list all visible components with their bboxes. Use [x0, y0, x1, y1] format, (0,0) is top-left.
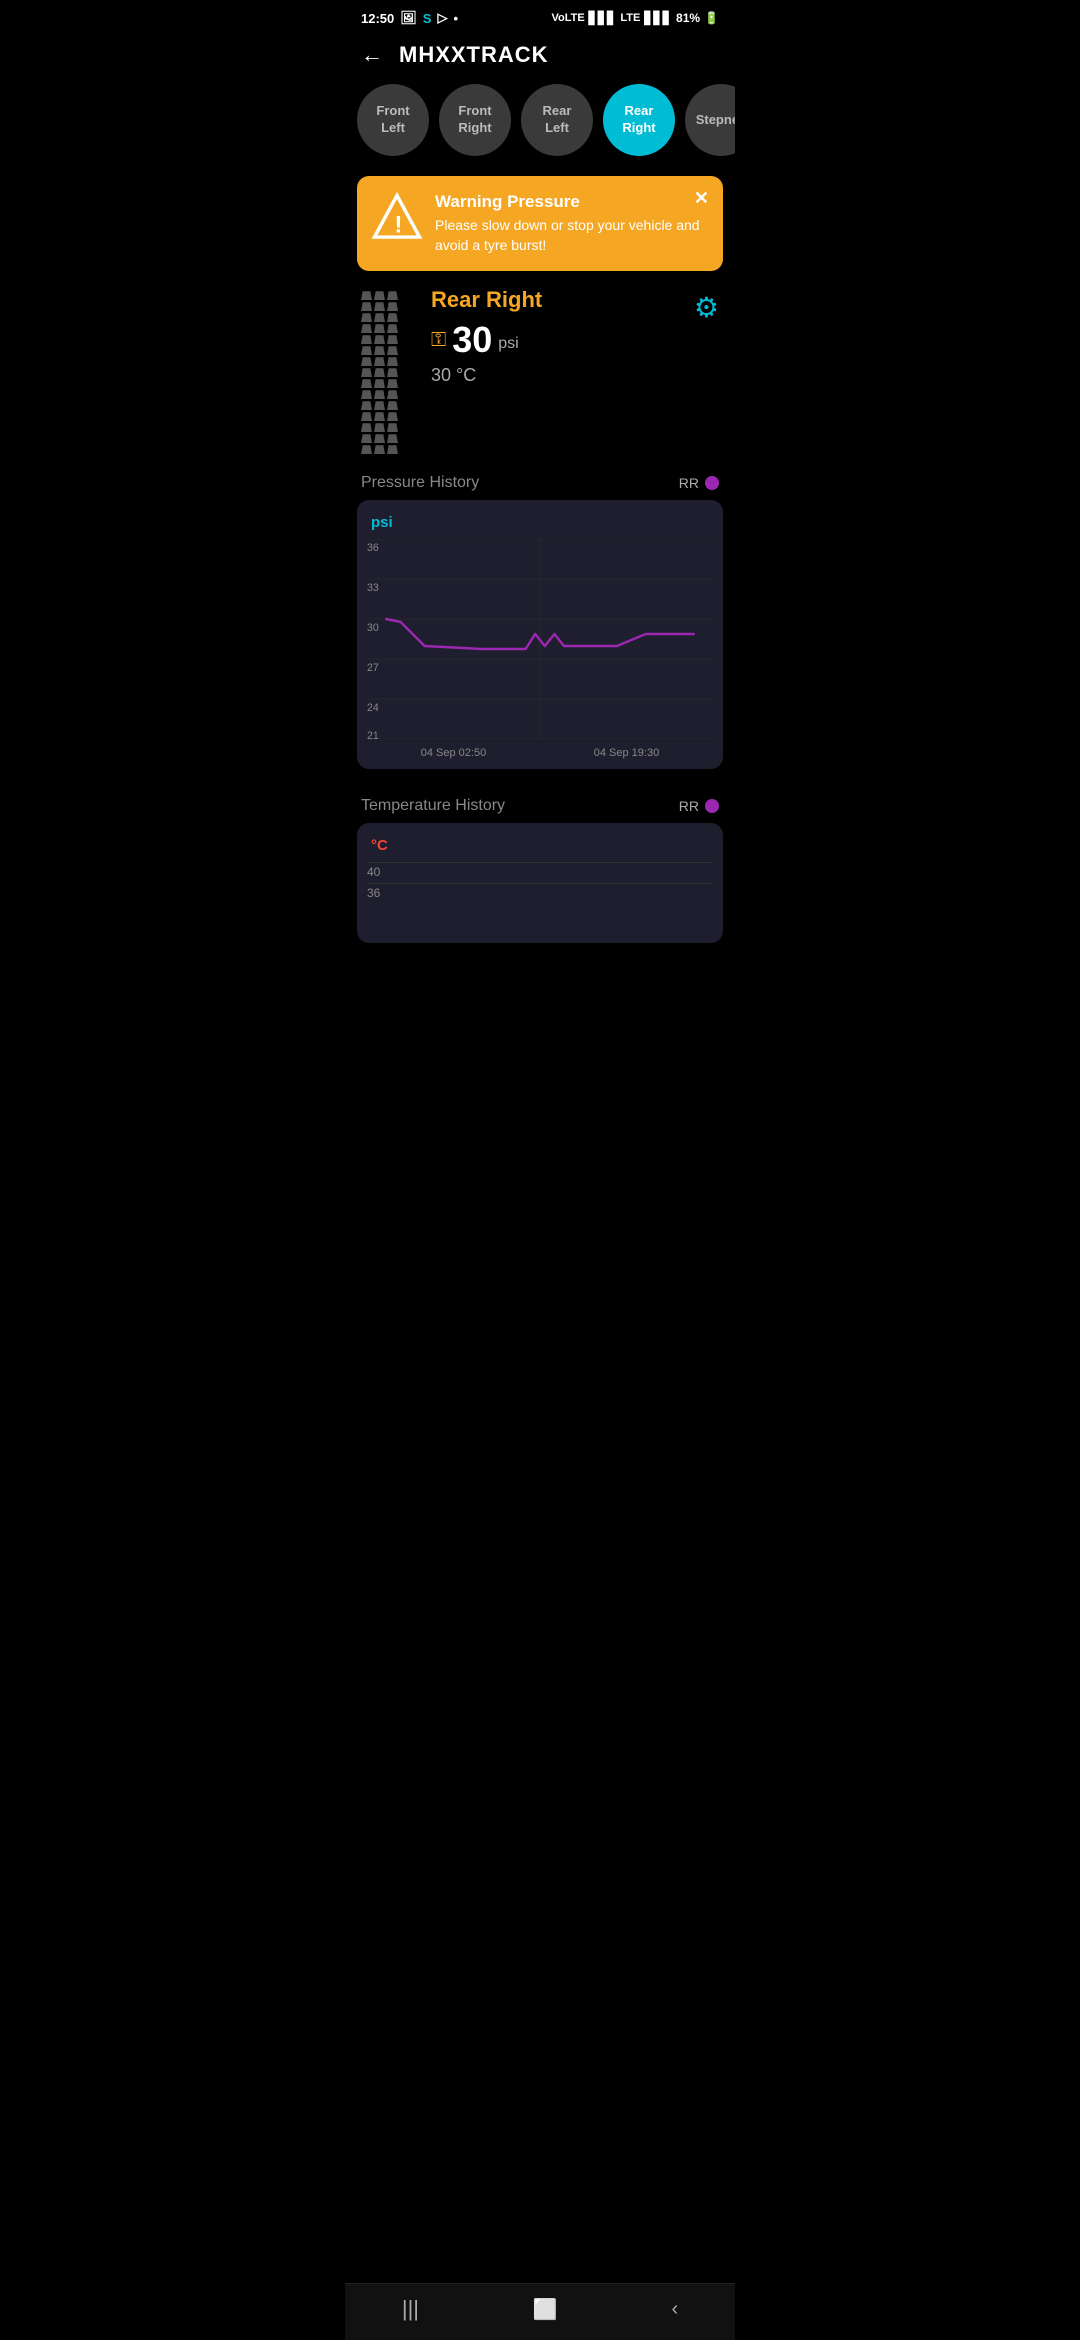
pressure-chart-area: 36 33 30 27 24 21 [367, 539, 713, 739]
tab-rear-right[interactable]: RearRight [603, 84, 675, 156]
tab-rear-left[interactable]: RearLeft [521, 84, 593, 156]
pressure-history-header: Pressure History RR [345, 462, 735, 500]
pressure-chart-container: psi 36 33 30 27 24 21 04 Sep 02:50 04 Se… [357, 500, 723, 769]
camera-icon: 🖼 [400, 10, 417, 26]
signal-bars2: ▋▋▋ [644, 11, 672, 25]
pressure-chart-svg: 36 33 30 27 24 21 [367, 539, 713, 739]
pressure-legend-dot [705, 476, 719, 490]
tab-stepney[interactable]: Stepney [685, 84, 735, 156]
time: 12:50 [361, 11, 394, 26]
signal-bars: ▋▋▋ [589, 11, 617, 25]
pressure-legend-label: RR [679, 475, 699, 491]
temperature-chart-label: °C [367, 837, 713, 854]
pressure-history-title: Pressure History [361, 474, 479, 492]
warning-text-block: Warning Pressure Please slow down or sto… [435, 192, 709, 255]
temperature-chart-container: °C 40 36 [357, 823, 723, 943]
nav-home-button[interactable]: ⬜ [533, 2297, 558, 2322]
svg-text:24: 24 [367, 702, 379, 714]
tire-pressure-icon: ⚿ [431, 329, 446, 352]
temperature-history-legend: RR [679, 798, 719, 814]
status-left: 12:50 🖼 S ▷ • [361, 10, 458, 26]
pressure-history-legend: RR [679, 475, 719, 491]
volte2-icon: LTE [620, 12, 640, 24]
pressure-value: 30 [452, 319, 492, 361]
battery-percent: 81% [676, 11, 700, 25]
dot-icon: • [453, 11, 458, 26]
nav-bar: ||| ⬜ ‹ [345, 2283, 735, 2340]
temperature-history-title: Temperature History [361, 797, 505, 815]
pressure-row: ⚿ 30 psi [431, 319, 694, 361]
page-title: MHXXTRACK [399, 42, 549, 68]
tire-section-inner: Rear Right ⚿ 30 psi 30 °C ⚙ [431, 287, 719, 386]
tire-section: Rear Right ⚿ 30 psi 30 °C ⚙ [345, 287, 735, 454]
status-bar: 12:50 🖼 S ▷ • VoLTE ▋▋▋ LTE ▋▋▋ 81% 🔋 [345, 0, 735, 32]
pressure-chart-label: psi [367, 514, 713, 531]
warning-close-button[interactable]: ✕ [694, 188, 709, 209]
temperature-legend-dot [705, 799, 719, 813]
warning-body: Please slow down or stop your vehicle an… [435, 216, 709, 255]
battery-icon: 🔋 [704, 11, 719, 25]
warning-triangle-icon: ! [371, 192, 423, 244]
temperature-y-labels: 40 36 [367, 862, 713, 902]
svg-text:!: ! [394, 212, 402, 239]
pressure-x-label-1: 04 Sep 02:50 [421, 747, 486, 759]
warning-banner: ! Warning Pressure Please slow down or s… [357, 176, 723, 271]
temp-y-36: 36 [367, 883, 713, 902]
svg-text:30: 30 [367, 622, 379, 634]
temperature-value: 30 °C [431, 365, 694, 386]
pressure-x-label-2: 04 Sep 19:30 [594, 747, 659, 759]
header: ← MHXXTRACK [345, 32, 735, 84]
svg-text:33: 33 [367, 582, 379, 594]
warning-title: Warning Pressure [435, 192, 709, 212]
tire-info: Rear Right ⚿ 30 psi 30 °C [431, 287, 694, 386]
svg-text:21: 21 [367, 730, 379, 739]
tab-front-right[interactable]: FrontRight [439, 84, 511, 156]
pressure-chart-x-labels: 04 Sep 02:50 04 Sep 19:30 [367, 739, 713, 759]
tab-front-left[interactable]: FrontLeft [357, 84, 429, 156]
s-icon: S [423, 11, 432, 26]
status-right: VoLTE ▋▋▋ LTE ▋▋▋ 81% 🔋 [551, 11, 719, 25]
temperature-history-header: Temperature History RR [345, 785, 735, 823]
settings-gear-icon[interactable]: ⚙ [694, 291, 719, 386]
tire-tread [361, 291, 417, 454]
temperature-legend-label: RR [679, 798, 699, 814]
tire-name: Rear Right [431, 287, 694, 313]
temp-y-40: 40 [367, 862, 713, 881]
svg-text:27: 27 [367, 662, 379, 674]
tabs-container: FrontLeft FrontRight RearLeft RearRight … [345, 84, 735, 176]
play-icon: ▷ [437, 10, 447, 26]
volte-icon: VoLTE [551, 12, 584, 24]
back-button[interactable]: ← [361, 42, 383, 68]
nav-menu-button[interactable]: ||| [402, 2296, 419, 2322]
svg-text:36: 36 [367, 542, 379, 554]
tire-image [361, 287, 417, 454]
pressure-unit: psi [498, 335, 518, 353]
nav-back-button[interactable]: ‹ [671, 2298, 678, 2321]
